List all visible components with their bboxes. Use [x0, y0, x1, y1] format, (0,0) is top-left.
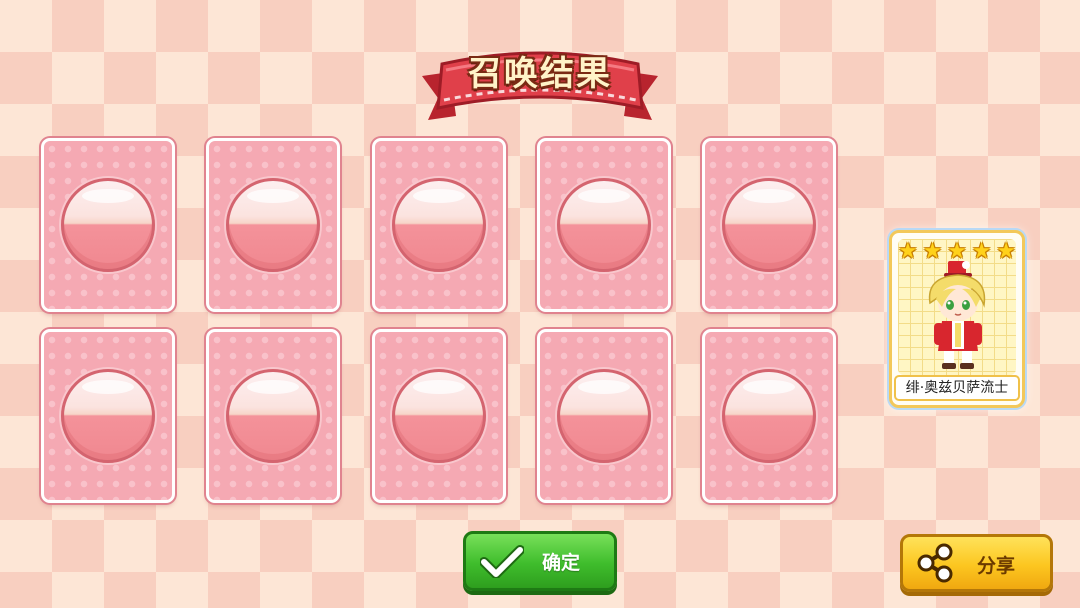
orb-icon	[392, 178, 486, 272]
summon-card-4[interactable]	[537, 138, 671, 312]
summon-card-3[interactable]	[372, 138, 506, 312]
summon-card-9[interactable]	[537, 329, 671, 503]
orb-icon	[226, 369, 320, 463]
orb-icon	[61, 178, 155, 272]
star-icon: ★	[996, 239, 1016, 264]
summon-card-5[interactable]	[702, 138, 836, 312]
check-icon	[480, 545, 524, 578]
star-icon: ★	[898, 239, 918, 264]
confirm-button[interactable]: 确定	[463, 531, 617, 591]
summon-result-screen: 召唤结果 ★ ★ ★ ★ ★ 绯·奥兹贝萨流士 确定 分享	[0, 0, 1080, 608]
summon-card-8[interactable]	[372, 329, 506, 503]
orb-icon	[722, 178, 816, 272]
summon-card-6[interactable]	[41, 329, 175, 503]
share-icon	[917, 543, 953, 583]
summon-card-10[interactable]	[702, 329, 836, 503]
confirm-label: 确定	[542, 552, 581, 574]
page-title: 召唤结果	[468, 54, 612, 94]
orb-icon	[61, 369, 155, 463]
summon-card-7[interactable]	[206, 329, 340, 503]
orb-icon	[557, 178, 651, 272]
summon-card-1[interactable]	[41, 138, 175, 312]
character-name: 绯·奥兹贝萨流士	[894, 375, 1020, 401]
title-ribbon: 召唤结果	[416, 42, 664, 126]
orb-icon	[557, 369, 651, 463]
share-label: 分享	[977, 555, 1016, 577]
share-button[interactable]: 分享	[900, 534, 1053, 592]
orb-icon	[226, 178, 320, 272]
orb-icon	[392, 369, 486, 463]
character-portrait-icon	[928, 261, 986, 369]
orb-icon	[722, 369, 816, 463]
summon-card-2[interactable]	[206, 138, 340, 312]
character-card[interactable]: ★ ★ ★ ★ ★ 绯·奥兹贝萨流士	[889, 230, 1025, 408]
